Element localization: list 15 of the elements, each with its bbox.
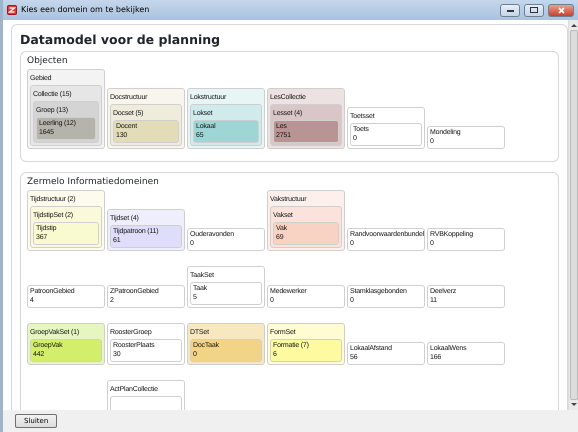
minimize-button[interactable] [500,4,520,16]
vertical-scrollbar[interactable] [568,20,578,410]
minimize-icon [506,8,514,12]
close-button[interactable] [548,4,574,16]
close-icon [558,6,564,14]
page-heading: Datamodel voor de planning [20,32,222,48]
scroll-down-icon[interactable] [570,402,576,407]
app-icon [7,5,17,15]
maximize-button[interactable] [524,4,544,16]
window-title: Kies een domein om te bekijken [21,4,150,16]
scrollbar-thumb[interactable] [570,30,578,400]
scroll-up-icon[interactable] [570,23,576,28]
maximize-icon [530,7,538,13]
section-title: Zermelo Informatiedomeinen [27,176,160,188]
section-title: Objecten [27,55,69,67]
